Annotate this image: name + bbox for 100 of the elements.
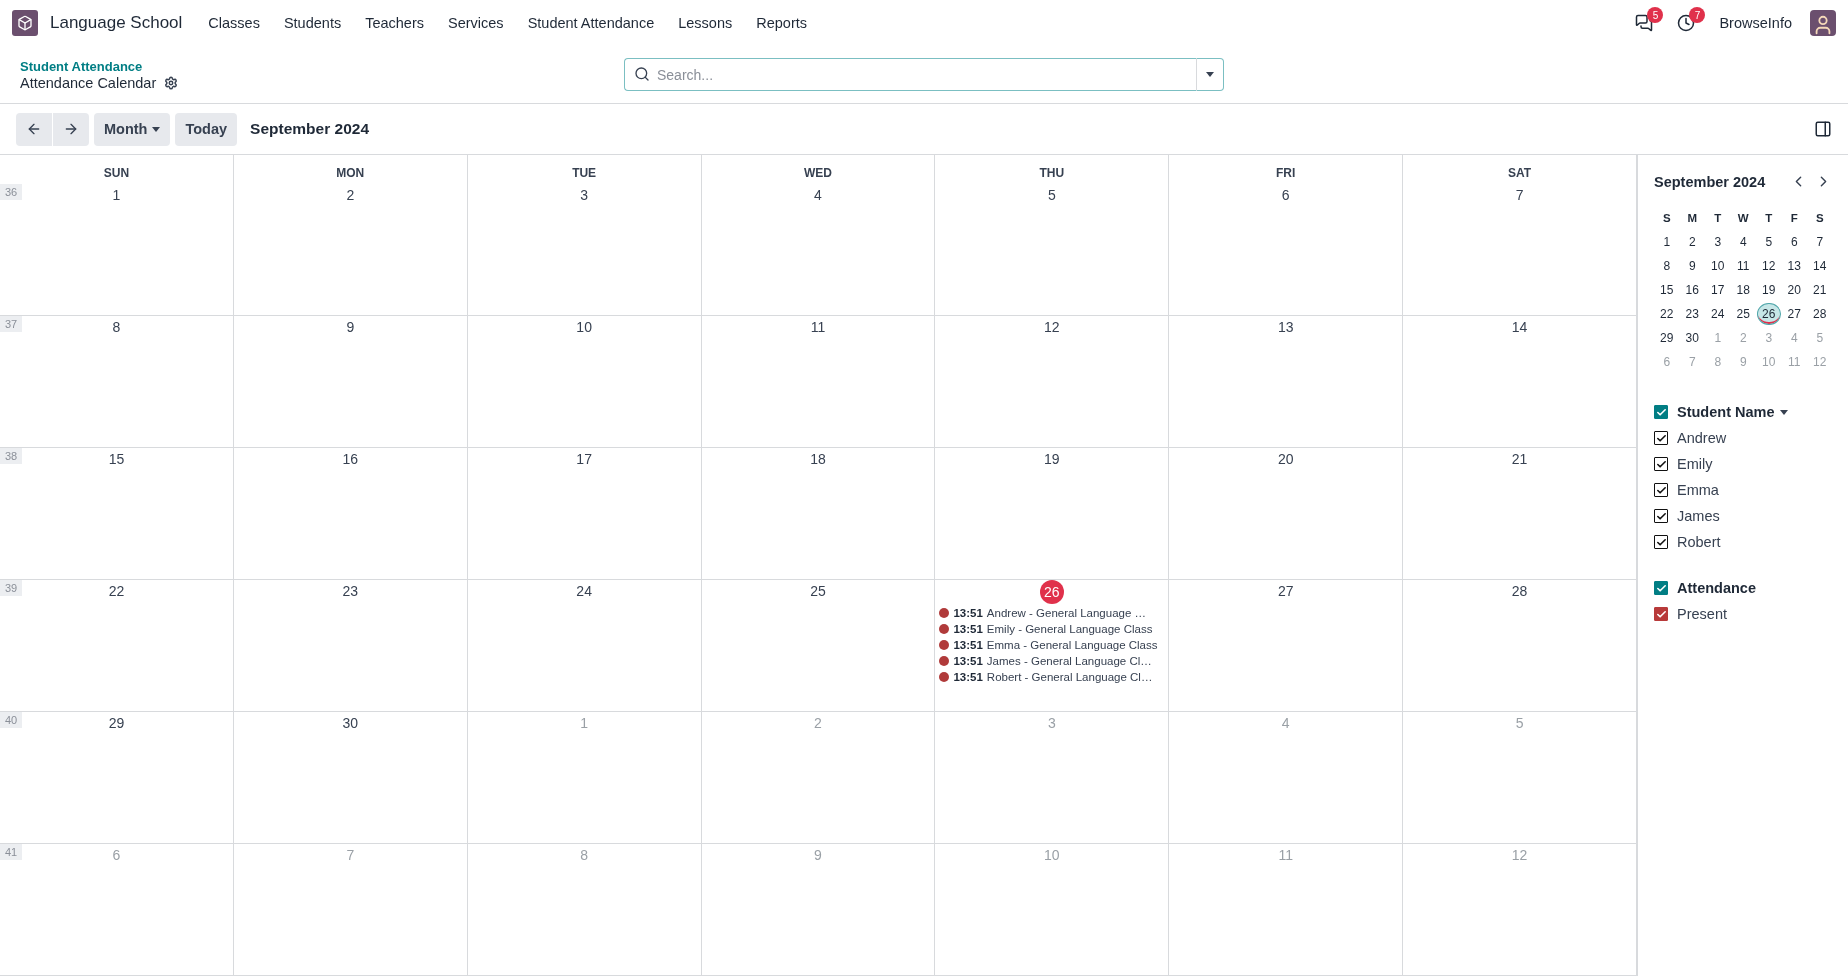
checkbox[interactable] bbox=[1654, 509, 1668, 523]
day-cell[interactable]: 13 bbox=[1169, 316, 1404, 448]
calendar-event[interactable]: 13:51 Robert - General Language Cl… bbox=[939, 671, 1165, 683]
mini-calendar-day[interactable]: 27 bbox=[1782, 303, 1806, 325]
mini-calendar-day[interactable]: 5 bbox=[1757, 231, 1781, 253]
day-number: 5 bbox=[1515, 715, 1524, 731]
menu-item[interactable]: Services bbox=[438, 11, 514, 35]
day-cell[interactable]: 26 13:51 Andrew - General Language … 13:51 Emily - General Language Class 13:51 Emma - General Language Class 13:51 James - General Language Cl… 13:51 Robert - General Language Cl… bbox=[935, 580, 1170, 712]
day-number: 12 bbox=[1511, 847, 1528, 863]
calendar-event[interactable]: 13:51 James - General Language Cl… bbox=[939, 655, 1165, 667]
calendar-event[interactable]: 13:51 Emily - General Language Class bbox=[939, 623, 1165, 635]
day-number: 18 bbox=[810, 451, 826, 467]
mini-calendar-day[interactable]: 25 bbox=[1731, 303, 1755, 325]
search-field[interactable]: Search... bbox=[624, 58, 1196, 91]
mini-calendar-day[interactable]: 21 bbox=[1808, 279, 1832, 301]
day-cell[interactable]: 9 bbox=[233, 316, 468, 448]
checkbox[interactable] bbox=[1654, 607, 1668, 621]
checkbox[interactable] bbox=[1654, 535, 1668, 549]
day-cell[interactable]: 21 bbox=[1403, 448, 1637, 580]
day-cell[interactable]: 23 bbox=[233, 580, 468, 712]
menu-item[interactable]: Student Attendance bbox=[517, 11, 665, 35]
menu-item[interactable]: Classes bbox=[198, 11, 270, 35]
day-cell[interactable]: 10 bbox=[467, 316, 702, 448]
mini-calendar-day[interactable]: 23 bbox=[1680, 303, 1704, 325]
today-button[interactable]: Today bbox=[175, 112, 238, 146]
mini-calendar-day[interactable]: 26 bbox=[1757, 303, 1781, 325]
mini-calendar-day[interactable]: 1 bbox=[1655, 231, 1679, 253]
day-cell[interactable]: 12 bbox=[935, 316, 1170, 448]
menu-item[interactable]: Reports bbox=[746, 11, 817, 35]
calendar-event[interactable]: 13:51 Emma - General Language Class bbox=[939, 639, 1165, 651]
filter-group-title[interactable]: Attendance bbox=[1677, 580, 1756, 596]
app-logo-icon[interactable] bbox=[12, 10, 38, 36]
day-cell[interactable]: 2 bbox=[233, 184, 468, 316]
clock-icon[interactable] bbox=[1677, 14, 1696, 32]
day-cell[interactable]: 28 bbox=[1403, 580, 1637, 712]
chat-icon[interactable] bbox=[1635, 14, 1654, 32]
sidebar-toggle-icon[interactable] bbox=[1814, 120, 1832, 138]
day-cell[interactable]: 17 bbox=[467, 448, 702, 580]
day-cell[interactable]: 38 15 bbox=[0, 448, 234, 580]
mini-calendar-day[interactable]: 8 bbox=[1655, 255, 1679, 277]
day-cell[interactable]: 14 bbox=[1403, 316, 1637, 448]
day-cell[interactable]: 36 1 bbox=[0, 184, 234, 316]
mini-calendar-day[interactable]: 16 bbox=[1680, 279, 1704, 301]
menu-item[interactable]: Teachers bbox=[355, 11, 434, 35]
day-cell[interactable]: 11 bbox=[701, 316, 936, 448]
day-cell[interactable]: 19 bbox=[935, 448, 1170, 580]
day-cell[interactable]: 25 bbox=[701, 580, 936, 712]
day-cell[interactable]: 5 bbox=[935, 184, 1170, 316]
mini-calendar-day[interactable]: 29 bbox=[1655, 327, 1679, 349]
mini-calendar-day[interactable]: 2 bbox=[1680, 231, 1704, 253]
checkbox[interactable] bbox=[1654, 431, 1668, 445]
user-name[interactable]: BrowseInfo bbox=[1719, 15, 1792, 31]
mini-calendar-day[interactable]: 10 bbox=[1706, 255, 1730, 277]
settings-icon[interactable] bbox=[164, 75, 179, 90]
day-number: 3 bbox=[580, 187, 589, 203]
mini-calendar-day[interactable]: 4 bbox=[1731, 231, 1755, 253]
previous-button[interactable] bbox=[16, 112, 52, 146]
day-cell[interactable]: 20 bbox=[1169, 448, 1404, 580]
mini-calendar-day[interactable]: 11 bbox=[1731, 255, 1755, 277]
checkbox[interactable] bbox=[1654, 457, 1668, 471]
day-cell[interactable]: 24 bbox=[467, 580, 702, 712]
day-cell[interactable]: 37 8 bbox=[0, 316, 234, 448]
day-cell[interactable]: 30 bbox=[233, 712, 468, 844]
mini-calendar-day[interactable]: 18 bbox=[1731, 279, 1755, 301]
checkbox[interactable] bbox=[1654, 405, 1668, 419]
checkbox[interactable] bbox=[1654, 483, 1668, 497]
checkbox[interactable] bbox=[1654, 581, 1668, 595]
mini-calendar-day[interactable]: 6 bbox=[1782, 231, 1806, 253]
mini-calendar-day[interactable]: 28 bbox=[1808, 303, 1832, 325]
mini-calendar-day[interactable]: 13 bbox=[1782, 255, 1806, 277]
mini-calendar-day[interactable]: 24 bbox=[1706, 303, 1730, 325]
day-cell[interactable]: 16 bbox=[233, 448, 468, 580]
menu-item[interactable]: Lessons bbox=[668, 11, 743, 35]
mini-calendar-day[interactable]: 20 bbox=[1782, 279, 1806, 301]
mini-calendar-day[interactable]: 30 bbox=[1680, 327, 1704, 349]
scale-dropdown[interactable]: Month bbox=[94, 112, 171, 146]
mini-calendar-day[interactable]: 17 bbox=[1706, 279, 1730, 301]
mini-calendar-day[interactable]: 22 bbox=[1655, 303, 1679, 325]
menu-item[interactable]: Students bbox=[273, 11, 352, 35]
search-dropdown-button[interactable] bbox=[1196, 58, 1224, 91]
day-cell[interactable]: 18 bbox=[701, 448, 936, 580]
day-cell[interactable]: 4 bbox=[701, 184, 936, 316]
mini-calendar-day[interactable]: 12 bbox=[1757, 255, 1781, 277]
mini-calendar-day[interactable]: 19 bbox=[1757, 279, 1781, 301]
next-button[interactable] bbox=[53, 112, 89, 146]
breadcrumb-link[interactable]: Student Attendance bbox=[20, 58, 624, 74]
filter-group-title[interactable]: Student Name bbox=[1677, 404, 1788, 420]
day-cell[interactable]: 3 bbox=[467, 184, 702, 316]
mini-calendar-day[interactable]: 15 bbox=[1655, 279, 1679, 301]
mini-calendar-day[interactable]: 3 bbox=[1706, 231, 1730, 253]
day-cell[interactable]: 40 29 bbox=[0, 712, 234, 844]
calendar-event[interactable]: 13:51 Andrew - General Language … bbox=[939, 607, 1165, 619]
user-avatar[interactable] bbox=[1810, 10, 1836, 36]
day-cell[interactable]: 6 bbox=[1169, 184, 1404, 316]
day-cell[interactable]: 27 bbox=[1169, 580, 1404, 712]
day-cell[interactable]: 7 bbox=[1403, 184, 1637, 316]
mini-calendar-day[interactable]: 7 bbox=[1808, 231, 1832, 253]
mini-calendar-day[interactable]: 9 bbox=[1680, 255, 1704, 277]
day-cell[interactable]: 39 22 bbox=[0, 580, 234, 712]
mini-calendar-day[interactable]: 14 bbox=[1808, 255, 1832, 277]
